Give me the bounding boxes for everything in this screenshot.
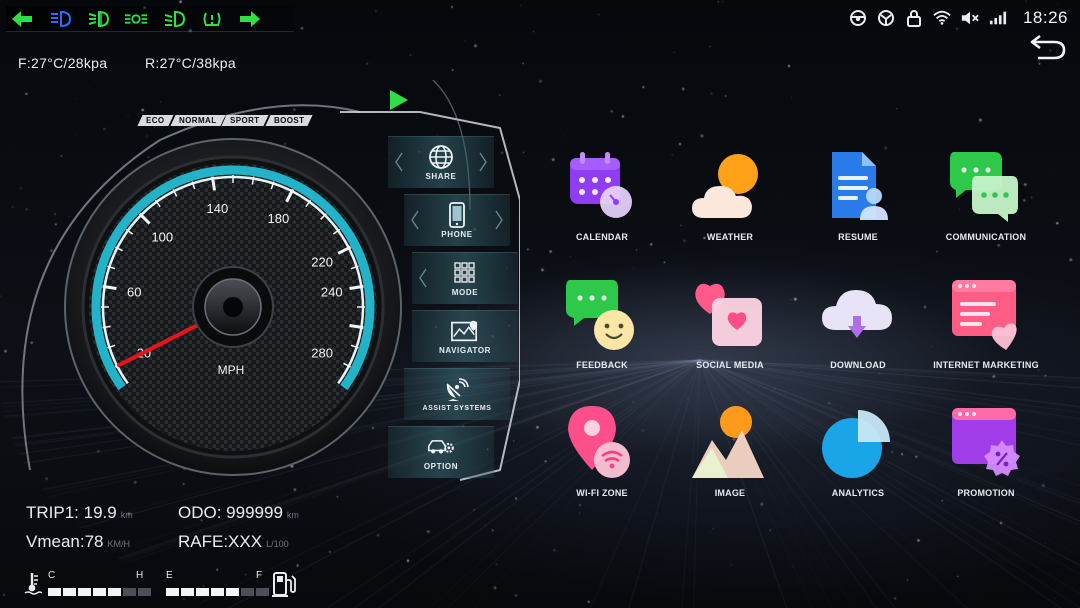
weather-icon <box>692 154 758 218</box>
globe-icon <box>427 144 455 170</box>
internet-marketing-icon <box>952 280 1017 350</box>
coolant-temperature-icon <box>24 573 42 595</box>
tire-pressure-icon <box>200 9 224 29</box>
steering-wheel-alt-icon <box>877 9 895 27</box>
fuel-full-label: F <box>256 570 263 581</box>
signal-icon <box>989 9 1007 27</box>
grid-icon <box>451 260 479 286</box>
gauge-tick-label: 100 <box>151 229 173 244</box>
gauge-tick-label: 180 <box>268 211 290 226</box>
social-media-icon <box>695 283 762 346</box>
fuel-segment <box>256 588 269 596</box>
fuel-level-bar: E F <box>166 570 271 596</box>
high-beam-icon <box>48 9 72 29</box>
app-feedback[interactable]: FEEDBACK <box>538 276 666 370</box>
front-tire-status: F:27°C/28kpa <box>18 55 108 71</box>
menu-option[interactable]: OPTION <box>388 426 494 478</box>
app-communication[interactable]: COMMUNICATION <box>922 148 1050 242</box>
app-download[interactable]: DOWNLOAD <box>794 276 922 370</box>
fuel-segment <box>226 588 239 596</box>
resume-icon <box>832 152 888 220</box>
indicator-bar <box>6 6 294 32</box>
fuel-segment <box>211 588 224 596</box>
right-arrow-icon <box>238 9 262 29</box>
lock-icon <box>905 9 923 27</box>
app-calendar[interactable]: CALENDAR <box>538 148 666 242</box>
clock: 18:26 <box>1022 8 1068 27</box>
app-internet-marketing[interactable]: INTERNET MARKETING <box>922 276 1050 370</box>
fuel-pump-icon <box>272 572 296 597</box>
odometer-readout: ODO: 999999 km <box>178 503 299 522</box>
fuel-segment <box>196 588 209 596</box>
mute-icon <box>961 9 979 27</box>
menu-navigator[interactable]: NAVIGATOR <box>412 310 518 362</box>
satellite-dish-icon <box>443 377 471 403</box>
gauge-tick-label: 140 <box>207 201 229 216</box>
car-gear-icon <box>427 434 455 460</box>
temperature-segment <box>63 588 76 596</box>
app-resume[interactable]: RESUME <box>794 148 922 242</box>
speed-unit: MPH <box>218 363 245 377</box>
low-beam-icon <box>162 9 186 29</box>
calendar-icon <box>570 152 632 218</box>
chat-bubbles-icon <box>950 152 1018 222</box>
temperature-segment <box>108 588 121 596</box>
left-arrow-icon <box>10 9 34 29</box>
fuel-segment <box>166 588 179 596</box>
system-status-bar: 18:26 <box>849 8 1068 28</box>
feedback-icon <box>566 280 634 350</box>
mode-normal[interactable]: NORMAL <box>169 115 225 126</box>
temperature-segment <box>93 588 106 596</box>
map-icon <box>451 318 479 344</box>
back-icon <box>1030 34 1066 60</box>
image-icon <box>692 406 764 478</box>
app-wifi-zone[interactable]: WI-FI ZONE <box>538 404 666 498</box>
app-promotion[interactable]: PROMOTION <box>922 404 1050 498</box>
cloud-download-icon <box>822 290 892 338</box>
temperature-segment <box>123 588 136 596</box>
phone-icon <box>443 202 471 228</box>
promotion-icon <box>952 408 1020 476</box>
temperature-segment <box>138 588 151 596</box>
back-button[interactable] <box>1028 32 1068 62</box>
mode-eco[interactable]: ECO <box>137 115 174 126</box>
temperature-low-label: C <box>48 570 56 581</box>
menu-mode[interactable]: MODE <box>412 252 518 304</box>
coolant-temperature-bar: C H <box>48 570 153 596</box>
temperature-segment <box>78 588 91 596</box>
fog-light-icon <box>86 9 110 29</box>
temperature-high-label: H <box>136 570 144 581</box>
fuel-empty-label: E <box>166 570 173 581</box>
gauge-tick-label: 240 <box>321 284 343 299</box>
mode-sport[interactable]: SPORT <box>221 115 269 126</box>
menu-assist-systems[interactable]: ASSIST SYSTEMS <box>404 368 510 420</box>
average-speed-readout: Vmean:78 KM/H <box>26 532 130 551</box>
gauge-tick-label: 280 <box>311 345 333 360</box>
gauge-tick-label: 60 <box>127 284 141 299</box>
app-analytics[interactable]: ANALYTICS <box>794 404 922 498</box>
rear-tire-status: R:27°C/38kpa <box>145 55 236 71</box>
steering-wheel-icon <box>849 9 867 27</box>
dashboard-screen: 18:26 F:27°C/28kpa R:27°C/38kpa 60 100 1… <box>0 0 1080 608</box>
app-image[interactable]: IMAGE <box>666 404 794 498</box>
fuel-consumption-readout: RAFE:XXX L/100 <box>178 532 289 551</box>
wifi-icon <box>933 9 951 27</box>
drive-mode-selector: ECO NORMAL SPORT BOOST <box>137 115 313 126</box>
gauge-tick-label: 220 <box>311 255 333 270</box>
trip1-readout: TRIP1: 19.9 km <box>26 503 133 522</box>
menu-phone[interactable]: PHONE <box>404 194 510 246</box>
fuel-segment <box>241 588 254 596</box>
side-lights-icon <box>124 9 148 29</box>
wifi-zone-icon <box>568 406 630 478</box>
app-social-media[interactable]: SOCIAL MEDIA <box>666 276 794 370</box>
menu-share[interactable]: SHARE <box>388 136 494 188</box>
fuel-segment <box>181 588 194 596</box>
app-weather[interactable]: WEATHER <box>666 148 794 242</box>
mode-boost[interactable]: BOOST <box>265 115 313 126</box>
temperature-segment <box>48 588 61 596</box>
play-icon <box>390 90 408 110</box>
play-button[interactable] <box>388 88 410 112</box>
pie-chart-icon <box>822 410 890 478</box>
